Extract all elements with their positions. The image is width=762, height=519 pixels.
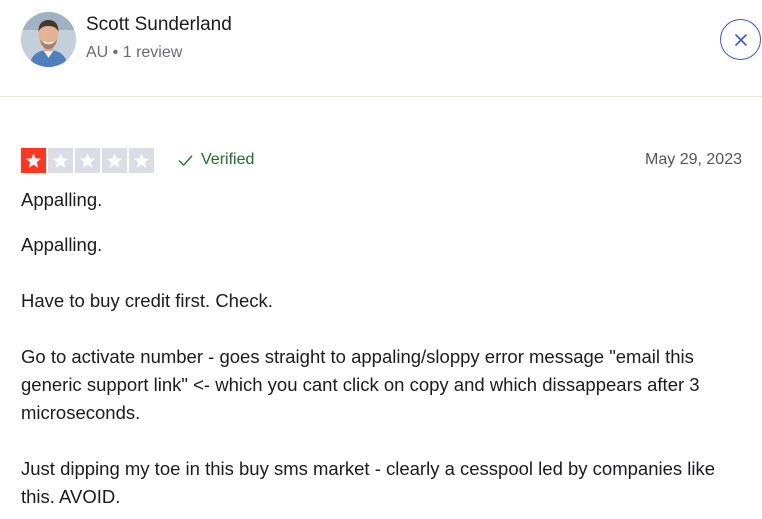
verified-badge: Verified [178,149,254,171]
review-title: Appalling. [21,189,103,210]
review-date: May 29, 2023 [645,151,742,168]
star-rating [21,148,154,173]
review-paragraph: Appalling. [21,234,103,255]
review-paragraph: Go to activate number - goes straight to… [21,346,700,423]
verified-label: Verified [201,151,255,168]
star-icon [129,148,154,173]
avatar-image [21,12,76,67]
review-modal: Scott Sunderland AU • 1 review Verified … [0,0,762,519]
star-icon [21,148,46,173]
avatar[interactable] [21,12,76,67]
star-icon [75,148,100,173]
reviewer-header: Scott Sunderland AU • 1 review [0,0,762,97]
review-paragraph: Have to buy credit first. Check. [21,290,273,311]
reviewer-meta: AU • 1 review [86,44,183,61]
reviewer-name[interactable]: Scott Sunderland [86,13,232,37]
review-body: Appalling. Have to buy credit first. Che… [21,231,746,511]
star-icon [102,148,127,173]
review-paragraph: Just dipping my toe in this buy sms mark… [21,458,716,507]
star-icon [48,148,73,173]
close-icon [734,33,747,46]
checkmark-icon [178,155,193,166]
close-button[interactable] [720,19,761,60]
